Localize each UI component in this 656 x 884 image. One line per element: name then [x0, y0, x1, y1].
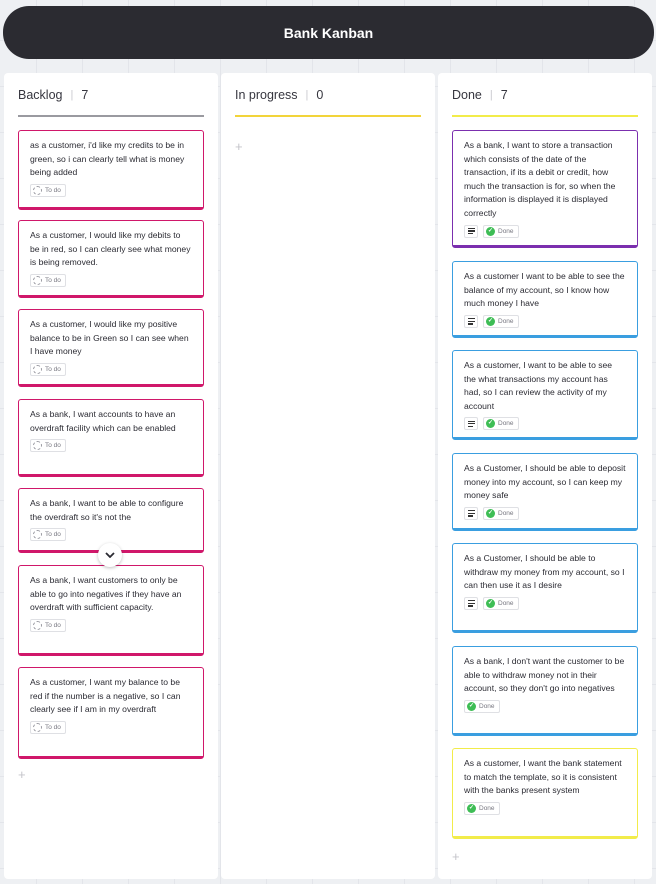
column-title[interactable]: Backlog: [18, 88, 62, 102]
todo-status-icon: [33, 620, 42, 630]
add-card-button[interactable]: +: [235, 139, 243, 154]
todo-status-icon: [33, 364, 42, 374]
board-header: Bank Kanban: [3, 6, 654, 59]
status-tag[interactable]: To do: [30, 273, 66, 287]
status-tag[interactable]: To do: [30, 528, 66, 541]
card[interactable]: As a bank, I want customers to only be a…: [18, 565, 204, 656]
description-icon: [464, 314, 478, 328]
card-text: As a bank, I want accounts to have an ov…: [30, 409, 176, 433]
status-label: To do: [45, 276, 61, 284]
card-text: As a bank, I want to be able to configur…: [30, 498, 184, 522]
card[interactable]: As a customer, I would like my debits to…: [18, 220, 204, 298]
status-tag[interactable]: ✓ Done: [483, 506, 519, 520]
status-label: To do: [45, 365, 61, 373]
column-divider: [452, 115, 638, 117]
add-card-button[interactable]: +: [452, 849, 460, 864]
column-divider: [18, 115, 204, 117]
check-icon: ✓: [486, 316, 495, 326]
column-backlog: Backlog | 7 as a customer, i'd like my c…: [4, 73, 218, 879]
card[interactable]: As a customer I want to be able to see t…: [452, 261, 638, 338]
status-tag[interactable]: To do: [30, 618, 66, 632]
card-text: As a bank, I want to store a transaction…: [464, 140, 616, 218]
status-label: Done: [498, 599, 514, 607]
status-label: Done: [498, 420, 514, 428]
card-text: as a customer, i'd like my credits to be…: [30, 140, 185, 178]
card[interactable]: As a customer, I want my balance to be r…: [18, 667, 204, 759]
card-text: As a Customer, I should be able to withd…: [464, 553, 625, 591]
card-text: As a customer, I want my balance to be r…: [30, 677, 181, 715]
description-icon: [464, 417, 478, 431]
todo-status-icon: [33, 722, 42, 732]
card-text: As a bank, I don't want the customer to …: [464, 656, 625, 694]
card[interactable]: As a customer, I want the bank statement…: [452, 748, 638, 839]
column-divider: [235, 115, 421, 117]
card-text: As a customer I want to be able to see t…: [464, 271, 625, 309]
status-label: To do: [45, 442, 61, 450]
column-count: 7: [81, 88, 89, 102]
card-text: As a customer, I want to be able to see …: [464, 360, 613, 411]
status-tag[interactable]: To do: [30, 183, 66, 197]
board-title: Bank Kanban: [283, 24, 374, 41]
description-icon: [464, 506, 478, 520]
description-icon: [464, 224, 478, 238]
column-count: 7: [500, 88, 508, 102]
status-tag[interactable]: To do: [30, 720, 66, 734]
column-header: Done | 7: [452, 88, 508, 102]
status-tag[interactable]: ✓ Done: [483, 314, 519, 328]
status-tag[interactable]: ✓ Done: [483, 224, 519, 238]
check-icon: ✓: [486, 226, 495, 236]
chevron-down-icon: [105, 552, 115, 558]
status-tag[interactable]: ✓ Done: [483, 596, 519, 610]
column-header: In progress | 0: [235, 88, 324, 102]
status-label: To do: [45, 531, 61, 538]
column-header: Backlog | 7: [18, 88, 89, 102]
card[interactable]: as a customer, i'd like my credits to be…: [18, 130, 204, 210]
card[interactable]: As a customer, I want to be able to see …: [452, 350, 638, 440]
status-tag[interactable]: ✓ Done: [464, 801, 500, 815]
card-text: As a Customer, I should be able to depos…: [464, 463, 626, 501]
status-tag[interactable]: ✓ Done: [464, 699, 500, 713]
card-text: As a customer, I want the bank statement…: [464, 758, 622, 796]
status-label: To do: [45, 186, 61, 194]
check-icon: ✓: [486, 598, 495, 608]
check-icon: ✓: [467, 701, 476, 711]
column-done: Done | 7 As a bank, I want to store a tr…: [438, 73, 652, 879]
card[interactable]: As a bank, I want accounts to have an ov…: [18, 399, 204, 477]
column-title[interactable]: In progress: [235, 88, 298, 102]
column-count: 0: [316, 88, 324, 102]
card-text: As a customer, I would like my debits to…: [30, 230, 191, 268]
status-label: Done: [498, 227, 514, 235]
status-label: Done: [479, 804, 495, 812]
status-label: Done: [479, 702, 495, 710]
todo-status-icon: [33, 530, 42, 539]
card-text: As a customer, I would like my positive …: [30, 319, 189, 357]
add-card-button[interactable]: +: [18, 767, 26, 782]
card[interactable]: As a bank, I don't want the customer to …: [452, 646, 638, 736]
card[interactable]: As a customer, I would like my positive …: [18, 309, 204, 387]
check-icon: ✓: [467, 803, 476, 813]
card[interactable]: As a Customer, I should be able to withd…: [452, 543, 638, 633]
status-label: To do: [45, 621, 61, 629]
check-icon: ✓: [486, 508, 495, 518]
card-text: As a bank, I want customers to only be a…: [30, 575, 182, 613]
status-tag[interactable]: To do: [30, 362, 66, 376]
todo-status-icon: [33, 185, 42, 195]
description-icon: [464, 596, 478, 610]
status-tag[interactable]: ✓ Done: [483, 417, 519, 431]
card[interactable]: As a Customer, I should be able to depos…: [452, 453, 638, 531]
expand-card-button[interactable]: [98, 543, 122, 567]
check-icon: ✓: [486, 419, 495, 429]
todo-status-icon: [33, 275, 42, 285]
card[interactable]: As a bank, I want to store a transaction…: [452, 130, 638, 248]
column-in-progress: In progress | 0 +: [221, 73, 435, 879]
status-label: Done: [498, 317, 514, 325]
column-title[interactable]: Done: [452, 88, 482, 102]
status-label: Done: [498, 509, 514, 517]
todo-status-icon: [33, 441, 42, 451]
status-label: To do: [45, 723, 61, 731]
status-tag[interactable]: To do: [30, 439, 66, 453]
